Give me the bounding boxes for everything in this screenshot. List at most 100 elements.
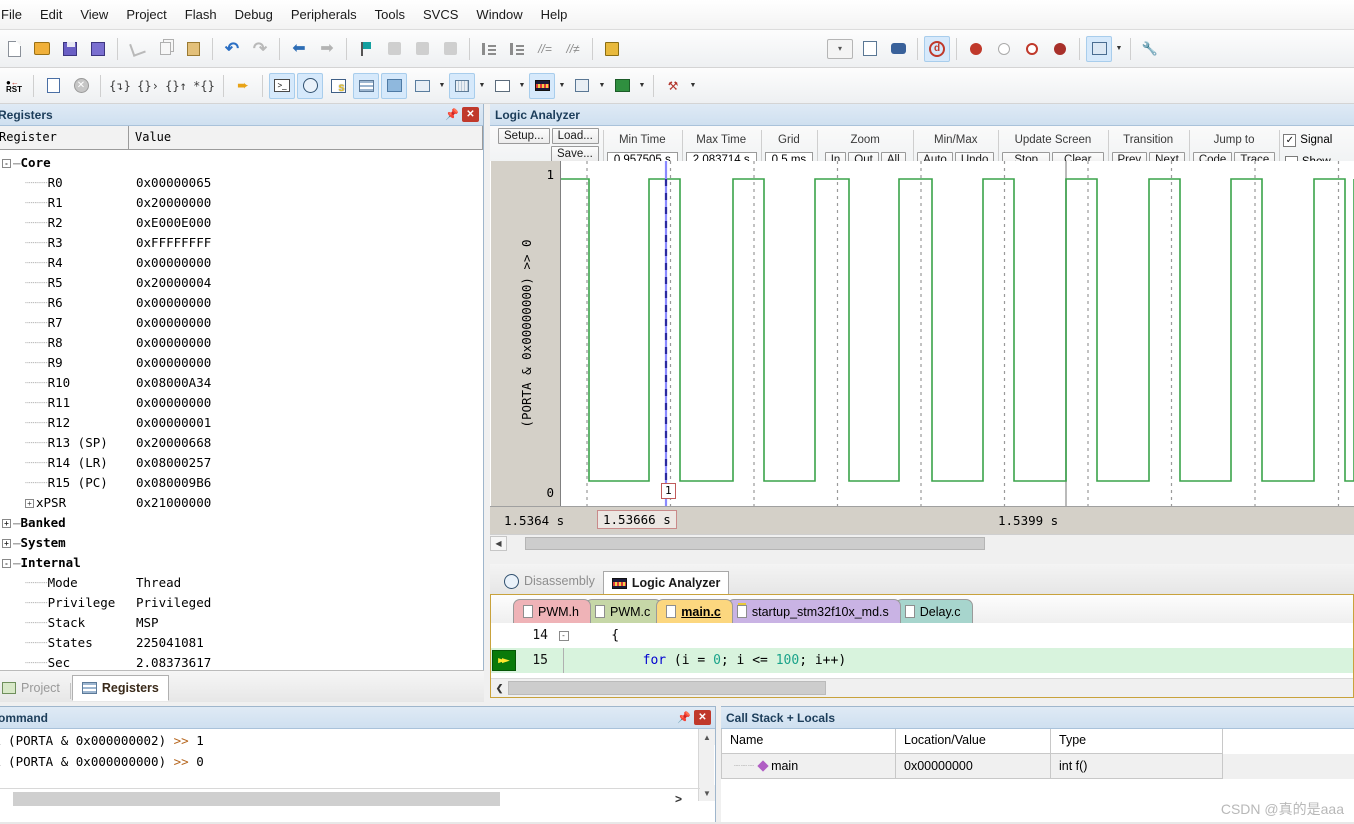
- run-icon[interactable]: [40, 73, 66, 99]
- register-value[interactable]: 0x00000000: [136, 295, 483, 310]
- command-input-row[interactable]: >: [0, 788, 700, 808]
- undo-arrow-icon[interactable]: ↶: [219, 36, 245, 62]
- register-row[interactable]: ┈┈┈R12 0x00000001: [0, 412, 483, 432]
- new-document-icon[interactable]: [1, 36, 27, 62]
- view-tab-disassembly[interactable]: Disassembly: [496, 569, 603, 593]
- setup-button[interactable]: Setup...: [498, 128, 550, 144]
- scroll-up-icon[interactable]: ▲: [699, 729, 715, 745]
- registers-icon[interactable]: [353, 72, 379, 99]
- trace-icon[interactable]: [569, 73, 595, 99]
- signal-info-checkbox-row[interactable]: ✓ Signal: [1283, 128, 1332, 152]
- command-window-icon[interactable]: >_: [269, 72, 295, 99]
- save-icon[interactable]: [57, 36, 83, 62]
- register-value[interactable]: 0x08000A34: [136, 375, 483, 390]
- menu-item-project[interactable]: Project: [117, 3, 175, 26]
- code-line[interactable]: ► ► 15 for (i = 0; i <= 100; i++): [491, 648, 1353, 673]
- call-stack-grid[interactable]: Name Location/Value Type ┈┈┈ main 0x000000…: [721, 729, 1354, 779]
- chevron-down-icon[interactable]: ▼: [556, 74, 568, 98]
- register-value[interactable]: 0xFFFFFFFF: [136, 235, 483, 250]
- code-line[interactable]: 14- {: [491, 623, 1353, 648]
- step-over-icon[interactable]: {}›: [135, 73, 161, 99]
- debug-window-icon[interactable]: [1086, 35, 1112, 62]
- breakpoint-disabled-icon[interactable]: [1019, 36, 1045, 62]
- register-value[interactable]: 0x00000000: [136, 255, 483, 270]
- register-row[interactable]: ┈┈┈R9 0x00000000: [0, 352, 483, 372]
- register-value[interactable]: Privileged: [136, 595, 483, 610]
- register-row[interactable]: ┈┈┈R13 (SP) 0x20000668: [0, 432, 483, 452]
- chevron-down-icon[interactable]: ▾: [827, 38, 853, 59]
- indent-left-icon[interactable]: [504, 36, 530, 62]
- register-row[interactable]: + xPSR 0x21000000: [0, 492, 483, 512]
- scroll-thumb[interactable]: [525, 536, 985, 550]
- register-value[interactable]: 2.08373617: [136, 655, 483, 670]
- signal-info-checkbox[interactable]: ✓: [1283, 133, 1297, 147]
- register-row[interactable]: ┈┈┈Sec 2.08373617: [0, 652, 483, 670]
- chevron-down-icon[interactable]: ▼: [1113, 37, 1125, 61]
- register-row[interactable]: ┈┈┈R4 0x00000000: [0, 252, 483, 272]
- pin-icon[interactable]: 📌: [676, 710, 692, 726]
- chevron-down-icon[interactable]: ▼: [476, 74, 488, 98]
- register-row[interactable]: ┈┈┈R10 0x08000A34: [0, 372, 483, 392]
- logic-analyzer-icon[interactable]: [529, 72, 555, 99]
- register-row[interactable]: - —Internal: [0, 552, 483, 572]
- command-vertical-scrollbar[interactable]: ▲ ▼: [698, 729, 715, 801]
- editor-tab-startup-stm32f10x-md-s[interactable]: startup_stm32f10x_md.s: [726, 599, 901, 623]
- bookmark-flag-icon[interactable]: [353, 36, 379, 62]
- register-value[interactable]: 0x00000001: [136, 415, 483, 430]
- register-value[interactable]: 0x21000000: [136, 495, 483, 510]
- register-row[interactable]: ┈┈┈Stack MSP: [0, 612, 483, 632]
- register-row[interactable]: ┈┈┈R1 0x20000000: [0, 192, 483, 212]
- chevron-down-icon[interactable]: ▼: [687, 74, 699, 98]
- system-viewer-icon[interactable]: [609, 73, 635, 99]
- menu-item-svcs[interactable]: SVCS: [414, 3, 467, 26]
- logic-analyzer-horizontal-scrollbar[interactable]: ◀: [490, 534, 1354, 551]
- dock-tab-project[interactable]: Project: [0, 675, 69, 701]
- register-row[interactable]: ┈┈┈Mode Thread: [0, 572, 483, 592]
- open-folder-icon[interactable]: [29, 36, 55, 62]
- register-row[interactable]: ┈┈┈R14 (LR) 0x08000257: [0, 452, 483, 472]
- breakpoint-icon[interactable]: [963, 36, 989, 62]
- breakpoint-kill-icon[interactable]: [1047, 36, 1073, 62]
- register-value[interactable]: 0x00000065: [136, 175, 483, 190]
- register-value[interactable]: 0x08000257: [136, 455, 483, 470]
- editor-tab-delay-c[interactable]: Delay.c: [894, 599, 973, 623]
- arrow-right-icon[interactable]: ➡: [314, 36, 340, 62]
- memory-window-icon[interactable]: [449, 72, 475, 99]
- chevron-down-icon[interactable]: ▼: [436, 74, 448, 98]
- expand-icon[interactable]: +: [2, 538, 11, 548]
- waveform-canvas[interactable]: 1: [561, 161, 1354, 506]
- register-value[interactable]: 0x20000004: [136, 275, 483, 290]
- register-value[interactable]: 225041081: [136, 635, 483, 650]
- command-input-field[interactable]: [13, 791, 500, 806]
- chevron-down-icon[interactable]: ▼: [596, 74, 608, 98]
- save-all-icon[interactable]: [85, 36, 111, 62]
- download-icon[interactable]: [885, 36, 911, 62]
- expand-icon[interactable]: +: [25, 498, 34, 508]
- chevron-down-icon[interactable]: ▼: [636, 74, 648, 98]
- toolbox-icon[interactable]: ⚒: [660, 73, 686, 99]
- bookmark-next-icon[interactable]: [409, 36, 435, 62]
- editor-tab-main-c[interactable]: main.c: [656, 599, 733, 623]
- scroll-thumb[interactable]: [508, 681, 826, 695]
- current-statement-marker[interactable]: ► ►: [491, 649, 517, 673]
- register-row[interactable]: ┈┈┈R6 0x00000000: [0, 292, 483, 312]
- editor-tab-pwm-h[interactable]: PWM.h: [513, 599, 591, 623]
- bookmark-clear-icon[interactable]: [437, 36, 463, 62]
- registers-tree[interactable]: - —Core ┈┈┈R0 0x00000065 ┈┈┈R1 0x20000000 ┈┈┈R…: [0, 150, 483, 670]
- register-row[interactable]: + —System: [0, 532, 483, 552]
- register-value[interactable]: 0x00000000: [136, 335, 483, 350]
- arrow-left-icon[interactable]: ⬅: [286, 36, 312, 62]
- debug-magnifier-icon[interactable]: d: [924, 35, 950, 62]
- step-into-icon[interactable]: {↴}: [107, 73, 133, 99]
- fold-toggle-icon[interactable]: -: [555, 630, 572, 641]
- menu-item-tools[interactable]: Tools: [366, 3, 414, 26]
- register-row[interactable]: ┈┈┈R5 0x20000004: [0, 272, 483, 292]
- scroll-track[interactable]: [699, 745, 714, 785]
- menu-item-debug[interactable]: Debug: [226, 3, 282, 26]
- bookmark-prev-icon[interactable]: [381, 36, 407, 62]
- register-value[interactable]: 0x00000000: [136, 355, 483, 370]
- serial-window-icon[interactable]: [489, 73, 515, 99]
- step-out-icon[interactable]: {}↑: [163, 73, 189, 99]
- view-tab-logic-analyzer[interactable]: Logic Analyzer: [602, 571, 730, 595]
- yellow-arrow-icon[interactable]: ➨: [230, 73, 256, 99]
